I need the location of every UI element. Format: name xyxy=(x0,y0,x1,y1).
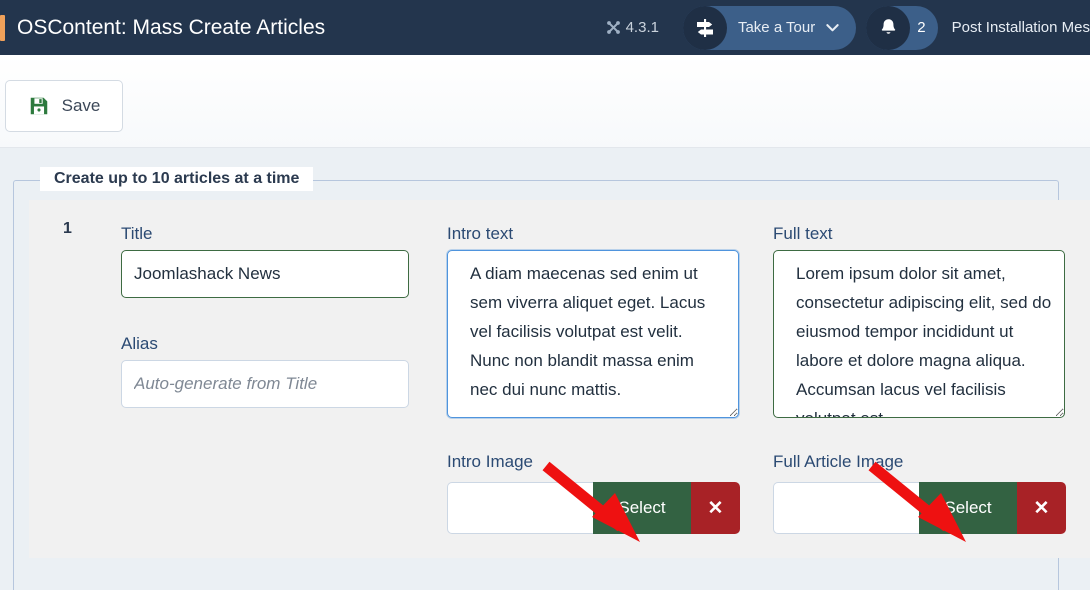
page-title: OSContent: Mass Create Articles xyxy=(17,15,326,39)
joomla-version-badge: 4.3.1 xyxy=(606,19,659,36)
article-row-1: 1 Title Alias Intro text Intro Image Sel… xyxy=(29,200,1090,558)
alias-label: Alias xyxy=(121,334,158,353)
row-number: 1 xyxy=(63,220,72,237)
full-text-label: Full text xyxy=(773,224,833,243)
full-image-input[interactable] xyxy=(773,482,919,534)
take-a-tour-label: Take a Tour xyxy=(737,19,816,36)
joomla-logo-icon xyxy=(606,21,620,34)
intro-image-input-group: Select ✕ xyxy=(447,482,740,534)
full-image-select-button[interactable]: Select xyxy=(919,482,1017,534)
title-input[interactable] xyxy=(121,250,409,298)
full-image-input-group: Select ✕ xyxy=(773,482,1066,534)
version-label: 4.3.1 xyxy=(625,19,659,36)
full-article-image-label: Full Article Image xyxy=(773,452,904,471)
signpost-icon xyxy=(682,5,727,50)
intro-image-input[interactable] xyxy=(447,482,593,534)
take-a-tour-button[interactable]: Take a Tour xyxy=(682,5,857,50)
intro-text-label: Intro text xyxy=(447,224,514,243)
chevron-down-icon xyxy=(826,24,839,32)
notifications-count: 2 xyxy=(917,19,926,36)
notifications-button[interactable]: 2 xyxy=(866,5,938,50)
post-installation-messages-link[interactable]: Post Installation Mes xyxy=(952,19,1090,36)
alias-input[interactable] xyxy=(121,360,409,408)
bell-icon xyxy=(866,5,911,50)
toolbar: Save xyxy=(0,55,1090,148)
intro-image-select-button[interactable]: Select xyxy=(593,482,691,534)
intro-image-clear-button[interactable]: ✕ xyxy=(691,482,740,534)
fieldset-legend: Create up to 10 articles at a time xyxy=(40,167,314,191)
app-root: OSContent: Mass Create Articles 4.3.1 Ta… xyxy=(0,0,1090,590)
floppy-disk-icon xyxy=(30,97,47,115)
intro-image-label: Intro Image xyxy=(447,452,533,471)
intro-text-textarea[interactable] xyxy=(447,250,739,418)
bell-icon-glyph xyxy=(881,19,895,34)
full-image-clear-button[interactable]: ✕ xyxy=(1017,482,1066,534)
admin-topbar: OSContent: Mass Create Articles 4.3.1 Ta… xyxy=(0,0,1090,55)
save-button-label: Save xyxy=(61,96,101,115)
title-label: Title xyxy=(121,224,153,243)
save-button[interactable]: Save xyxy=(5,80,123,132)
joomla-logo-icon xyxy=(0,14,5,41)
signpost-icon-glyph xyxy=(696,18,713,37)
full-text-textarea[interactable] xyxy=(773,250,1065,418)
content-area: Create up to 10 articles at a time 1 Tit… xyxy=(0,148,1090,590)
